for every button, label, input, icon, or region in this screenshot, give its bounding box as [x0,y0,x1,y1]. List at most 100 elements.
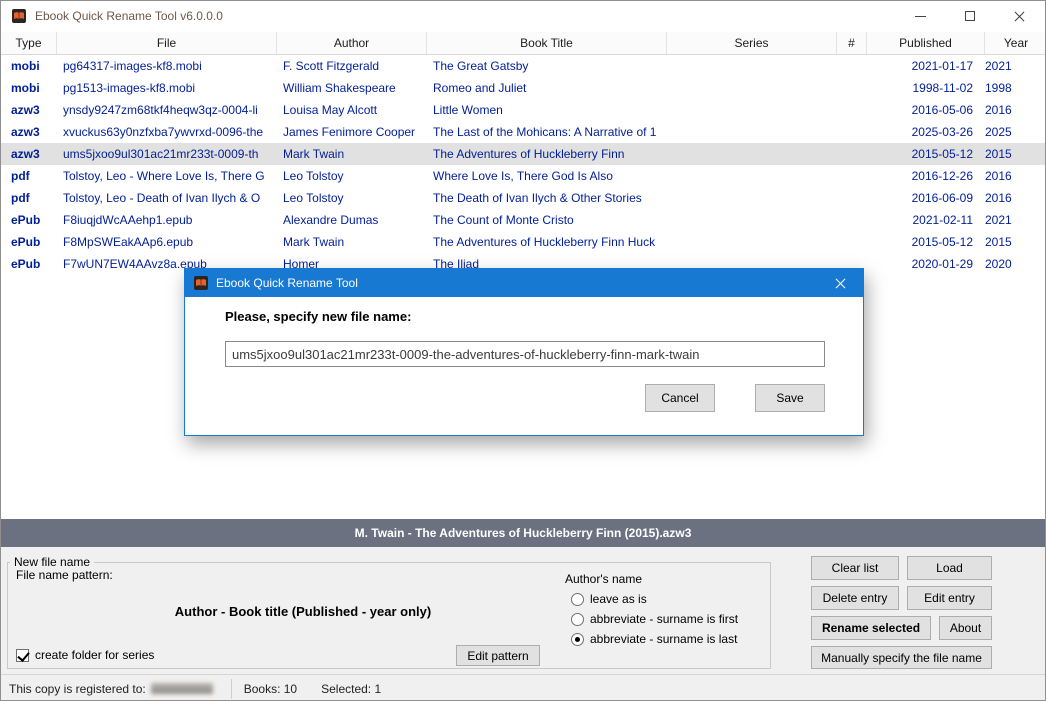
cell-year: 2021 [985,213,1046,227]
minimize-icon [915,16,926,17]
close-icon [1014,10,1026,22]
cell-author: Leo Tolstoy [277,169,427,183]
checkbox-label: create folder for series [35,648,154,662]
cell-published: 2025-03-26 [867,125,985,139]
cell-file: pg64317-images-kf8.mobi [57,59,277,73]
cell-type: azw3 [1,103,57,117]
table-row[interactable]: pdfTolstoy, Leo - Where Love Is, There G… [1,165,1045,187]
cell-title: The Adventures of Huckleberry Finn Huck [427,235,667,249]
cell-published: 2015-05-12 [867,235,985,249]
cancel-button[interactable]: Cancel [645,384,715,412]
load-button[interactable]: Load [907,556,992,580]
column-header-file[interactable]: File [57,32,277,54]
cell-type: ePub [1,257,57,271]
table-header: Type File Author Book Title Series # Pub… [1,32,1045,55]
cell-year: 2016 [985,103,1046,117]
cell-title: Little Women [427,103,667,117]
cell-author: F. Scott Fitzgerald [277,59,427,73]
cell-author: Leo Tolstoy [277,191,427,205]
selected-count: Selected: 1 [321,682,381,696]
cell-type: ePub [1,213,57,227]
cell-year: 2015 [985,235,1046,249]
column-header-published[interactable]: Published [867,32,985,54]
table-row[interactable]: azw3ynsdy9247zm68tkf4heqw3qz-0004-liLoui… [1,99,1045,121]
cell-type: azw3 [1,125,57,139]
table-row[interactable]: ePubF8iuqjdWcAAehp1.epubAlexandre DumasT… [1,209,1045,231]
delete-entry-button[interactable]: Delete entry [811,586,899,610]
table-row[interactable]: ePubF8MpSWEakAAp6.epubMark TwainThe Adve… [1,231,1045,253]
radio-leave-as-is[interactable]: leave as is [571,591,647,607]
cell-published: 2021-02-11 [867,213,985,227]
column-header-book-title[interactable]: Book Title [427,32,667,54]
dialog-body: Please, specify new file name: Cancel Sa… [185,297,863,435]
cell-title: The Death of Ivan Ilych & Other Stories [427,191,667,205]
titlebar: Ebook Quick Rename Tool v6.0.0.0 [1,1,1045,31]
cell-published: 2021-01-17 [867,59,985,73]
radio-abbreviate-surname-last[interactable]: abbreviate - surname is last [571,631,737,647]
table-row[interactable]: pdfTolstoy, Leo - Death of Ivan Ilych & … [1,187,1045,209]
cell-author: Alexandre Dumas [277,213,427,227]
close-button[interactable] [995,1,1045,31]
cell-file: F8iuqjdWcAAehp1.epub [57,213,277,227]
radio-abbreviate-surname-first[interactable]: abbreviate - surname is first [571,611,738,627]
cell-year: 2021 [985,59,1046,73]
cell-title: Where Love Is, There God Is Also [427,169,667,183]
column-header-year[interactable]: Year [985,32,1046,54]
authors-name-label: Author's name [565,572,642,586]
table-body: mobipg64317-images-kf8.mobiF. Scott Fitz… [1,55,1045,275]
cell-published: 2016-12-26 [867,169,985,183]
maximize-button[interactable] [945,1,995,31]
window-title: Ebook Quick Rename Tool v6.0.0.0 [35,9,223,23]
preview-filename: M. Twain - The Adventures of Huckleberry… [355,526,692,540]
cell-title: Romeo and Juliet [427,81,667,95]
column-header-type[interactable]: Type [1,32,57,54]
cell-published: 1998-11-02 [867,81,985,95]
radio-icon [571,613,584,626]
cell-published: 2016-06-09 [867,191,985,205]
dialog-close-button[interactable] [819,269,863,297]
table-row[interactable]: mobipg64317-images-kf8.mobiF. Scott Fitz… [1,55,1045,77]
edit-entry-button[interactable]: Edit entry [907,586,992,610]
cell-year: 2016 [985,191,1046,205]
radio-label: leave as is [590,592,647,606]
cell-title: The Count of Monte Cristo [427,213,667,227]
column-header-number[interactable]: # [837,32,867,54]
registered-label: This copy is registered to: [9,682,146,696]
cell-file: pg1513-images-kf8.mobi [57,81,277,95]
filename-input[interactable] [225,341,825,367]
dialog-title: Ebook Quick Rename Tool [216,276,358,290]
books-count: Books: 10 [244,682,297,696]
rename-selected-button[interactable]: Rename selected [811,616,931,640]
about-button[interactable]: About [939,616,992,640]
pattern-value: Author - Book title (Published - year on… [8,604,598,619]
edit-pattern-button[interactable]: Edit pattern [456,645,540,666]
registered-name-redacted [151,683,213,694]
cell-year: 2020 [985,257,1046,271]
create-folder-checkbox[interactable]: create folder for series [16,647,154,663]
clear-list-button[interactable]: Clear list [811,556,899,580]
save-button[interactable]: Save [755,384,825,412]
table-row[interactable]: mobipg1513-images-kf8.mobiWilliam Shakes… [1,77,1045,99]
checkbox-icon [16,649,29,662]
cell-published: 2020-01-29 [867,257,985,271]
table-row[interactable]: azw3ums5jxoo9ul301ac21mr233t-0009-thMark… [1,143,1045,165]
minimize-button[interactable] [895,1,945,31]
cell-file: ynsdy9247zm68tkf4heqw3qz-0004-li [57,103,277,117]
preview-bar: M. Twain - The Adventures of Huckleberry… [1,519,1045,547]
manual-rename-button[interactable]: Manually specify the file name [811,646,992,669]
cell-type: pdf [1,191,57,205]
statusbar-divider [231,679,232,699]
column-header-series[interactable]: Series [667,32,837,54]
table-row[interactable]: azw3xvuckus63y0nzfxba7ywvrxd-0096-theJam… [1,121,1045,143]
radio-icon [571,593,584,606]
cell-type: ePub [1,235,57,249]
cell-file: xvuckus63y0nzfxba7ywvrxd-0096-the [57,125,277,139]
bottom-panel: New file name File name pattern: Author … [1,547,1045,674]
cell-author: Mark Twain [277,235,427,249]
cell-type: pdf [1,169,57,183]
cell-published: 2015-05-12 [867,147,985,161]
cell-file: Tolstoy, Leo - Where Love Is, There G [57,169,277,183]
close-icon [835,277,847,289]
statusbar: This copy is registered to: Books: 10 Se… [1,674,1045,701]
column-header-author[interactable]: Author [277,32,427,54]
